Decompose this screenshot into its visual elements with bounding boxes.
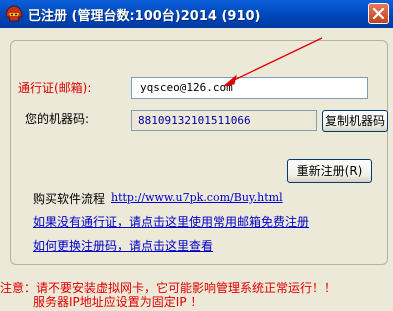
email-label: 通行证(邮箱): — [18, 81, 92, 95]
machine-code-label: 您的机器码: — [25, 112, 90, 126]
email-field[interactable]: yqsceo@126.com — [131, 77, 368, 99]
registration-panel — [10, 40, 388, 265]
helmet-icon — [5, 5, 23, 22]
title-bar: 已注册 (管理台数:100台)2014 (910) — [0, 0, 393, 28]
close-icon — [372, 7, 385, 20]
change-code-link[interactable]: 如何更换注册码，请点击这里查看 — [33, 237, 213, 254]
buy-flow-label: 购买软件流程 — [33, 192, 106, 206]
close-button[interactable] — [368, 3, 389, 24]
buy-url-link[interactable]: http://www.u7pk.com/Buy.html — [111, 191, 283, 204]
reregister-button[interactable]: 重新注册(R) — [287, 159, 372, 183]
copy-machine-code-button[interactable]: 复制机器码 — [322, 110, 388, 132]
window-title: 已注册 (管理台数:100台)2014 (910) — [28, 9, 261, 24]
reregister-hotkey: (R) — [344, 164, 363, 178]
machine-code-field[interactable]: 88109132101511066 — [131, 110, 317, 131]
warning-line-2: 服务器IP地址应设置为固定IP ！ — [33, 295, 203, 309]
reregister-label: 重新注册 — [296, 164, 345, 178]
free-register-link[interactable]: 如果没有通行证，请点击这里使用常用邮箱免费注册 — [33, 213, 309, 230]
